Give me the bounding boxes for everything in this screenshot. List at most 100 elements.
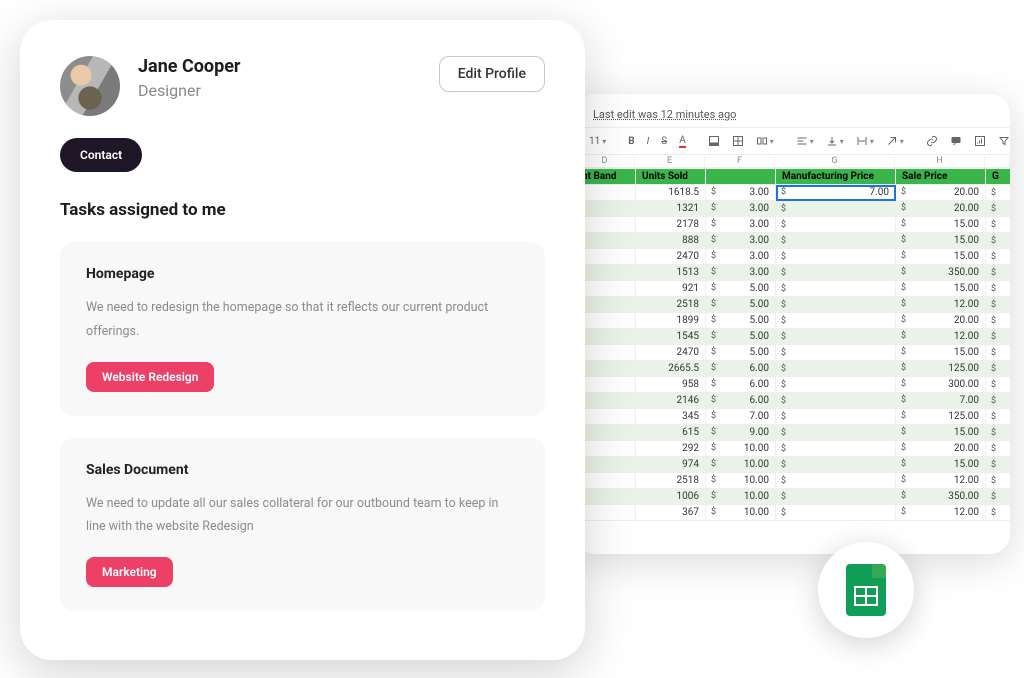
cell[interactable] — [776, 281, 896, 297]
spreadsheet-grid[interactable]: nt BandUnits SoldManufacturing PriceSale… — [575, 168, 1010, 521]
table-row[interactable]: 97410.00 15.00 — [576, 457, 1011, 473]
cell[interactable]: 345 — [636, 409, 706, 425]
cell[interactable]: 20.00 — [896, 313, 986, 329]
cell[interactable] — [776, 377, 896, 393]
cell[interactable]: 974 — [636, 457, 706, 473]
col-letter[interactable]: F — [705, 155, 775, 167]
cell[interactable]: 15.00 — [896, 457, 986, 473]
cell[interactable]: 2518 — [636, 297, 706, 313]
cell[interactable]: 10.00 — [706, 441, 776, 457]
table-row[interactable]: 100610.00 350.00 — [576, 489, 1011, 505]
cell[interactable] — [986, 329, 1011, 345]
cell[interactable] — [986, 361, 1011, 377]
cell[interactable]: 3.00 — [706, 185, 776, 201]
cell[interactable]: 12.00 — [896, 297, 986, 313]
col-letter[interactable]: E — [635, 155, 705, 167]
cell[interactable]: 2178 — [636, 217, 706, 233]
task-tag[interactable]: Website Redesign — [86, 362, 214, 392]
text-rotate-icon[interactable] — [882, 133, 908, 149]
table-row[interactable]: 9586.00 300.00 — [576, 377, 1011, 393]
cell[interactable] — [986, 249, 1011, 265]
edit-profile-button[interactable]: Edit Profile — [439, 56, 545, 92]
borders-icon[interactable] — [728, 133, 748, 149]
table-row[interactable]: 8883.0015.00 — [576, 233, 1011, 249]
cell[interactable] — [776, 361, 896, 377]
cell[interactable] — [776, 329, 896, 345]
cell[interactable] — [776, 297, 896, 313]
cell[interactable] — [986, 505, 1011, 521]
table-row[interactable]: 24705.0015.00 — [576, 345, 1011, 361]
cell[interactable]: 2146 — [636, 393, 706, 409]
cell[interactable]: 3.00 — [706, 217, 776, 233]
table-row[interactable]: 18995.00 20.00 — [576, 313, 1011, 329]
cell[interactable]: 350.00 — [896, 489, 986, 505]
cell[interactable] — [776, 313, 896, 329]
cell[interactable] — [986, 409, 1011, 425]
cell[interactable] — [986, 441, 1011, 457]
cell[interactable]: 5.00 — [706, 281, 776, 297]
cell[interactable]: 10.00 — [706, 473, 776, 489]
cell[interactable]: 7.00 — [776, 185, 896, 201]
cell[interactable]: 125.00 — [896, 361, 986, 377]
contact-button[interactable]: Contact — [60, 138, 142, 172]
table-row[interactable]: 25185.0012.00 — [576, 297, 1011, 313]
strikethrough-icon[interactable]: S — [657, 134, 671, 149]
h-align-icon[interactable] — [792, 133, 818, 149]
last-edit-status[interactable]: Last edit was 12 minutes ago — [575, 94, 1010, 127]
cell[interactable]: 7.00 — [706, 409, 776, 425]
table-row[interactable]: 24703.00 15.00 — [576, 249, 1011, 265]
cell[interactable]: 615 — [636, 425, 706, 441]
col-letter[interactable]: H — [895, 155, 985, 167]
cell[interactable]: 15.00 — [896, 345, 986, 361]
merge-cells-icon[interactable] — [752, 133, 778, 149]
cell[interactable]: 15.00 — [896, 217, 986, 233]
cell[interactable]: 20.00 — [896, 441, 986, 457]
cell[interactable]: 2470 — [636, 345, 706, 361]
cell[interactable]: 12.00 — [896, 505, 986, 521]
cell[interactable]: 3.00 — [706, 201, 776, 217]
cell[interactable]: 5.00 — [706, 313, 776, 329]
text-wrap-icon[interactable] — [852, 133, 878, 149]
column-header[interactable]: Units Sold — [636, 169, 706, 185]
cell[interactable]: 1618.5 — [636, 185, 706, 201]
cell[interactable]: 6.00 — [706, 377, 776, 393]
bold-icon[interactable]: B — [624, 134, 638, 149]
table-row[interactable]: 21783.00 15.00 — [576, 217, 1011, 233]
column-header[interactable]: Sale Price — [896, 169, 986, 185]
cell[interactable]: 10.00 — [706, 457, 776, 473]
cell[interactable] — [986, 281, 1011, 297]
cell[interactable]: 15.00 — [896, 249, 986, 265]
cell[interactable]: 2470 — [636, 249, 706, 265]
insert-chart-icon[interactable] — [970, 133, 990, 149]
cell[interactable]: 958 — [636, 377, 706, 393]
cell[interactable]: 10.00 — [706, 505, 776, 521]
cell[interactable]: 367 — [636, 505, 706, 521]
cell[interactable]: 7.00 — [896, 393, 986, 409]
cell[interactable]: 300.00 — [896, 377, 986, 393]
cell[interactable] — [986, 393, 1011, 409]
table-row[interactable]: 251810.0012.00 — [576, 473, 1011, 489]
cell[interactable]: 1899 — [636, 313, 706, 329]
cell[interactable]: 292 — [636, 441, 706, 457]
cell[interactable] — [986, 489, 1011, 505]
cell[interactable]: 15.00 — [896, 233, 986, 249]
cell[interactable] — [776, 217, 896, 233]
cell[interactable] — [776, 425, 896, 441]
cell[interactable] — [986, 473, 1011, 489]
cell[interactable] — [986, 345, 1011, 361]
cell[interactable]: 2518 — [636, 473, 706, 489]
table-row[interactable]: 6159.0015.00 — [576, 425, 1011, 441]
cell[interactable]: 1006 — [636, 489, 706, 505]
column-header[interactable]: G — [986, 169, 1011, 185]
cell[interactable]: 15.00 — [896, 425, 986, 441]
cell[interactable] — [986, 217, 1011, 233]
cell[interactable] — [986, 313, 1011, 329]
cell[interactable] — [776, 489, 896, 505]
cell[interactable]: 12.00 — [896, 329, 986, 345]
cell[interactable]: 10.00 — [706, 489, 776, 505]
cell[interactable] — [776, 201, 896, 217]
cell[interactable] — [986, 185, 1011, 201]
fill-color-icon[interactable] — [704, 133, 724, 149]
link-icon[interactable] — [922, 133, 942, 149]
cell[interactable]: 3.00 — [706, 249, 776, 265]
